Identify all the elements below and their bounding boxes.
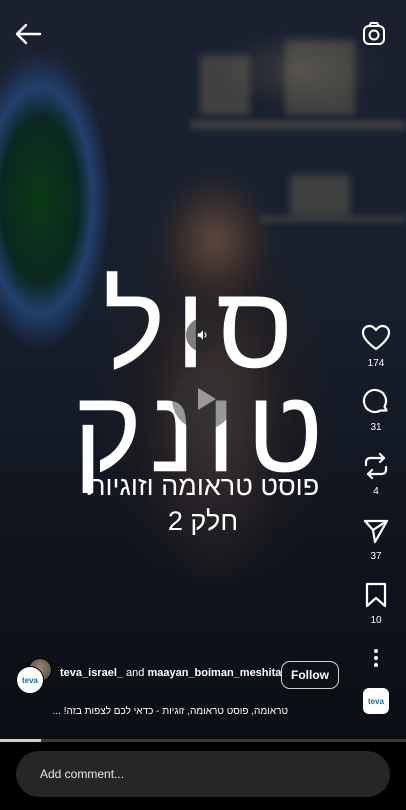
more-vertical-icon (374, 649, 378, 667)
comment-count: 31 (370, 422, 382, 433)
background-shelf (190, 120, 406, 130)
send-icon (363, 519, 389, 544)
follow-button[interactable]: Follow (281, 661, 339, 689)
background-frame (285, 40, 355, 115)
add-comment-placeholder: Add comment... (40, 767, 125, 781)
repost-action[interactable]: 4 (356, 452, 396, 497)
sound-toggle-button[interactable] (186, 318, 220, 352)
collab-username[interactable]: maayan_boiman_meshita (147, 667, 281, 679)
sound-on-icon (197, 330, 207, 340)
more-options-button[interactable] (356, 648, 396, 668)
background-frame-lower (290, 175, 350, 215)
brand-avatar: teva (16, 666, 44, 694)
share-count: 37 (370, 551, 382, 562)
play-button[interactable] (172, 368, 234, 430)
audio-badge[interactable]: teva (363, 688, 389, 714)
background-books (200, 55, 250, 115)
overlay-subtitle-line1: פוסט טראומה וזוגיות (86, 471, 320, 501)
comment-action[interactable]: 31 (356, 388, 396, 433)
comment-icon (362, 388, 388, 414)
reel-video[interactable]: סול טונק פוסט טראומה וזוגיות חלק 2 (0, 0, 406, 740)
repost-count: 4 (373, 486, 379, 497)
add-comment-input[interactable]: Add comment... (16, 751, 390, 797)
post-caption[interactable]: טראומה, פוסט טראומה, זוגיות - כדאי לכם ל… (0, 706, 288, 717)
heart-icon (361, 324, 391, 351)
camera-icon (363, 22, 385, 45)
like-count: 174 (367, 358, 385, 369)
camera-button[interactable] (360, 20, 388, 48)
like-action[interactable]: 174 (356, 324, 396, 369)
back-button[interactable] (14, 22, 42, 46)
share-action[interactable]: 37 (356, 517, 396, 562)
play-icon (198, 388, 216, 410)
repost-icon (364, 452, 388, 480)
save-action[interactable]: 10 (356, 581, 396, 626)
back-arrow-icon (15, 23, 42, 45)
username-connector: and (123, 667, 148, 679)
primary-username[interactable]: teva_israel_ (60, 667, 123, 679)
author-names: teva_israel_ and maayan_boiman_meshita (60, 667, 281, 679)
bookmark-icon (365, 582, 387, 608)
save-count: 10 (370, 615, 382, 626)
author-avatars[interactable]: teva (16, 658, 56, 694)
comment-bar: Add comment... (0, 742, 406, 810)
overlay-subtitle-line2: חלק 2 (167, 506, 239, 536)
